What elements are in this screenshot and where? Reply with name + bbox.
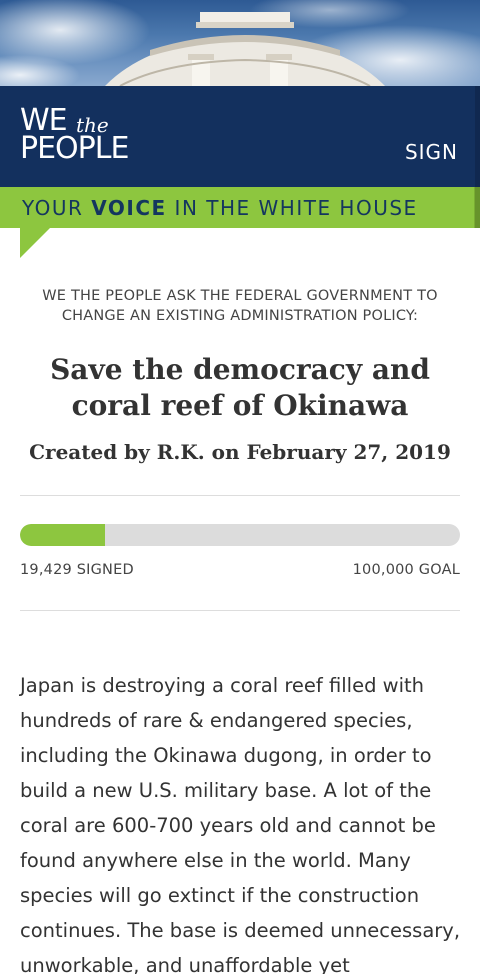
signed-count: 19,429 SIGNED — [20, 562, 134, 578]
logo-people-text: PEOPLE — [20, 131, 129, 166]
hero-banner-image — [0, 0, 480, 86]
petition-created-line: Created by R.K. on February 27, 2019 — [29, 440, 451, 464]
petition-body-text: Japan is destroying a coral reef filled … — [20, 674, 461, 974]
signature-goal: 100,000 GOAL — [352, 562, 460, 578]
scrollbar[interactable] — [475, 86, 480, 228]
tagline-text: YOUR VOICE IN THE WHITE HOUSE — [22, 196, 418, 220]
tagline-pointer — [20, 228, 50, 258]
signature-progress-bar — [20, 524, 460, 546]
tagline-post: IN THE WHITE HOUSE — [166, 196, 418, 220]
we-the-people-logo[interactable]: WE the PEOPLE — [20, 106, 160, 176]
white-house-image — [0, 0, 480, 86]
site-header: WE the PEOPLE SIGN — [0, 86, 480, 187]
tagline-emphasis: VOICE — [91, 196, 167, 220]
petition-title: Save the democracy and coral reef of Oki… — [50, 353, 430, 422]
sign-button[interactable]: SIGN — [405, 140, 458, 164]
tagline-banner: YOUR VOICE IN THE WHITE HOUSE — [0, 187, 480, 228]
signature-progress-fill — [20, 524, 106, 546]
divider — [20, 495, 460, 496]
divider — [20, 610, 460, 611]
tagline-pre: YOUR — [22, 196, 92, 220]
petition-ask-text: WE THE PEOPLE ASK THE FEDERAL GOVERNMENT… — [42, 288, 438, 324]
